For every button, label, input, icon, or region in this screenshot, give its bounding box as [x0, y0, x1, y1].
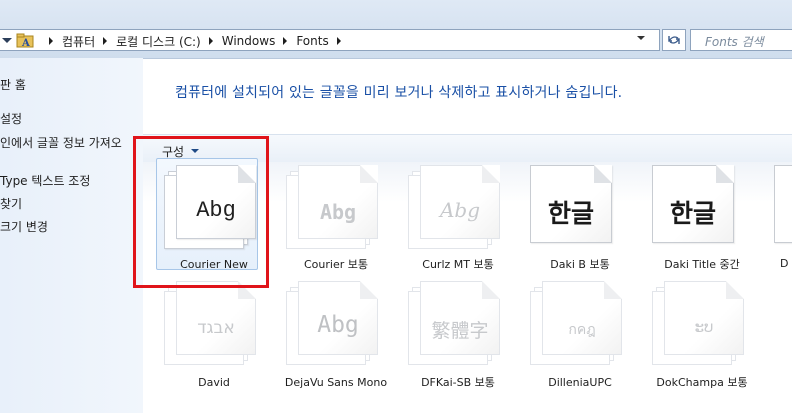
font-tile-curlz-mt[interactable]: Abg Curlz MT 보통	[404, 161, 512, 271]
search-placeholder: Fonts 검색	[705, 35, 764, 49]
sidebar-item-control-panel-home[interactable]: 판 홈	[0, 76, 26, 93]
breadcrumb-separator-icon[interactable]	[49, 37, 53, 45]
font-tile-daki-title[interactable]: 한글 Daki Title 중간	[648, 161, 756, 271]
font-page-icon: 繁體字	[420, 281, 500, 355]
annotation-highlight-box	[133, 136, 269, 288]
page-description: 컴퓨터에 설치되어 있는 글꼴을 미리 보거나 삭제하고 표시하거나 숨깁니다.	[175, 85, 623, 101]
font-name-label: DFKai-SB 보통	[421, 376, 495, 389]
breadcrumb-computer[interactable]: 컴퓨터	[62, 33, 95, 50]
breadcrumb: 컴퓨터 로컬 디스크 (C:) Windows Fonts	[41, 32, 350, 50]
font-name-label: DokChampa 보통	[656, 376, 748, 389]
font-tile-partial[interactable]: D	[770, 161, 792, 271]
svg-text:A: A	[21, 38, 30, 48]
font-page-icon: 한글	[652, 165, 734, 243]
font-page-icon	[774, 165, 792, 243]
breadcrumb-windows[interactable]: Windows	[222, 34, 276, 48]
breadcrumb-separator-icon[interactable]	[336, 37, 341, 45]
sidebar-item-change-font-size[interactable]: 크기 변경	[0, 218, 48, 235]
font-tile-david[interactable]: אבגד David	[160, 277, 268, 389]
font-tile-dilleniaupc[interactable]: กคฎ DilleniaUPC	[526, 277, 634, 389]
font-sample: ະບ	[694, 318, 714, 336]
font-sample: Abg	[317, 312, 359, 338]
breadcrumb-local-disk[interactable]: 로컬 디스크 (C:)	[116, 33, 201, 50]
address-bar[interactable]: A 컴퓨터 로컬 디스크 (C:) Windows Fonts	[0, 29, 660, 51]
font-sample: 한글	[547, 199, 594, 228]
sidebar-item-find-character[interactable]: 찾기	[0, 195, 22, 212]
sidebar-item-font-settings[interactable]: 설정	[0, 110, 22, 127]
font-name-label: Daki B 보통	[550, 258, 610, 271]
font-page-icon: Abg	[298, 281, 378, 355]
font-name-label: David	[198, 376, 230, 389]
font-name-label: Curlz MT 보통	[422, 258, 494, 271]
font-page-icon: กคฎ	[542, 281, 622, 355]
font-tile-dejavu-sans-mono[interactable]: Abg DejaVu Sans Mono	[282, 277, 390, 389]
font-sample: Abg	[319, 200, 357, 224]
font-tile-dfkai-sb[interactable]: 繁體字 DFKai-SB 보통	[404, 277, 512, 389]
font-name-label: DejaVu Sans Mono	[284, 376, 388, 389]
sidebar-item-adjust-cleartype[interactable]: Type 텍스트 조정	[0, 172, 90, 189]
font-sample: กคฎ	[568, 322, 596, 338]
font-page-icon: 한글	[530, 165, 612, 243]
sidebar-item-get-font-info-online[interactable]: 인에서 글꼴 정보 가져오	[0, 134, 122, 151]
font-name-label: Courier 보통	[304, 258, 368, 271]
breadcrumb-separator-icon[interactable]	[103, 37, 108, 45]
font-tile-dokchampa[interactable]: ະບ DokChampa 보통	[648, 277, 756, 389]
font-page-icon: ະບ	[664, 281, 744, 355]
font-page-icon: Abg	[420, 165, 500, 239]
recent-locations-icon[interactable]	[2, 38, 12, 43]
font-name-label: DilleniaUPC	[548, 376, 612, 389]
font-name-label: D	[780, 257, 789, 270]
font-sample: 繁體字	[431, 320, 489, 342]
font-page-icon: Abg	[298, 165, 378, 239]
refresh-button[interactable]	[662, 29, 686, 51]
font-sample: 한글	[669, 199, 716, 228]
task-pane: 판 홈 설정 인에서 글꼴 정보 가져오 Type 텍스트 조정 찾기 크기 변…	[0, 58, 143, 413]
font-sample: Abg	[439, 198, 481, 222]
breadcrumb-fonts[interactable]: Fonts	[296, 34, 328, 48]
font-name-label: Daki Title 중간	[664, 258, 740, 271]
refresh-icon	[668, 36, 680, 44]
font-tile-courier[interactable]: Abg Courier 보통	[282, 161, 390, 271]
fonts-folder-icon: A	[16, 33, 34, 48]
breadcrumb-separator-icon[interactable]	[283, 37, 288, 45]
font-tile-daki-b[interactable]: 한글 Daki B 보통	[526, 161, 634, 271]
address-toolbar: A 컴퓨터 로컬 디스크 (C:) Windows Fonts Fonts 검색	[0, 0, 792, 59]
breadcrumb-separator-icon[interactable]	[208, 37, 213, 45]
font-sample: אבגד	[197, 318, 235, 338]
search-input[interactable]: Fonts 검색	[690, 29, 792, 51]
address-dropdown-icon[interactable]	[637, 36, 645, 40]
font-page-icon: אבגד	[176, 281, 256, 355]
